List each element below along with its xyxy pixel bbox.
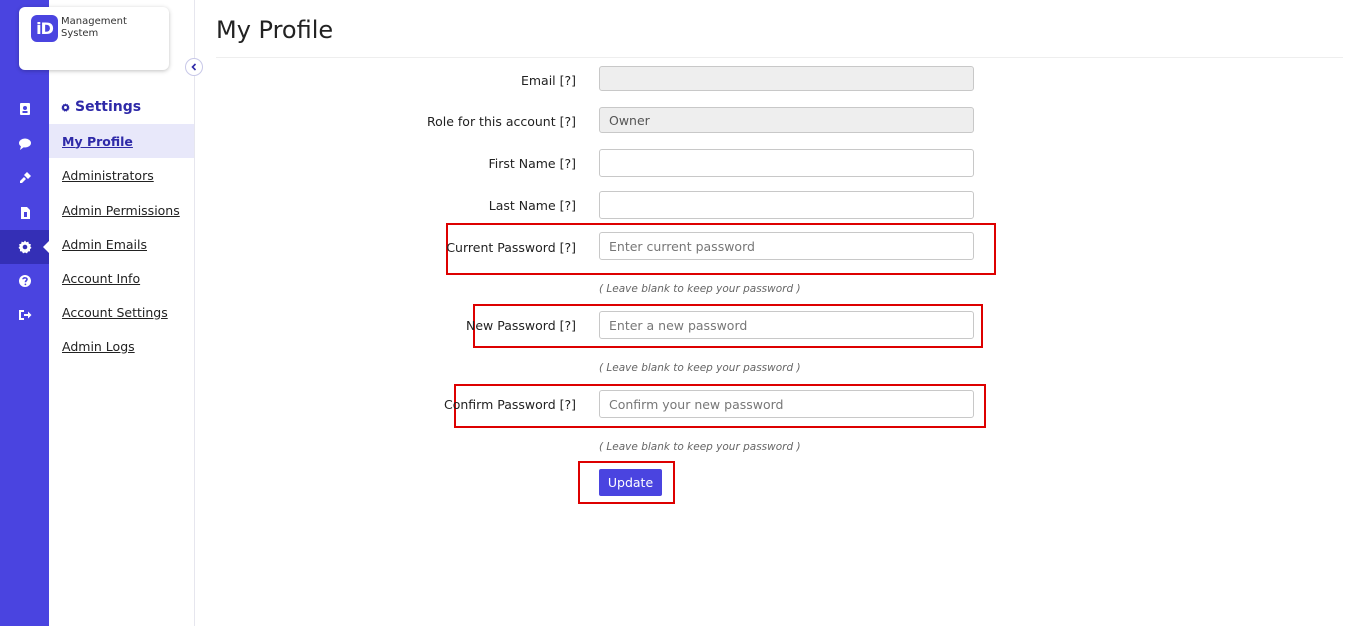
settings-heading: Settings <box>61 99 141 115</box>
current-password-hint: ( Leave blank to keep your password ) <box>599 283 801 295</box>
sign-out-icon <box>18 310 31 320</box>
chevron-left-icon <box>191 63 197 71</box>
role-field[interactable] <box>599 107 974 133</box>
sidebar-item-admin-logs[interactable]: Admin Logs <box>49 329 194 363</box>
rail-billing[interactable] <box>0 196 49 230</box>
sidebar-item-admin-emails[interactable]: Admin Emails <box>49 227 194 261</box>
role-label: Role for this account [?] <box>426 114 576 129</box>
new-password-label: New Password [?] <box>466 318 576 333</box>
current-password-field[interactable] <box>599 232 974 260</box>
email-label: Email [?] <box>520 73 576 88</box>
email-field[interactable] <box>599 66 974 91</box>
confirm-password-label: Confirm Password [?] <box>444 397 576 412</box>
last-name-field[interactable] <box>599 191 974 219</box>
plug-icon <box>19 172 31 183</box>
gear-icon <box>61 102 70 112</box>
rail-chat[interactable] <box>0 127 49 161</box>
new-password-hint: ( Leave blank to keep your password ) <box>599 362 801 374</box>
sidebar-item-administrators[interactable]: Administrators <box>49 158 194 192</box>
chat-icon <box>18 138 31 150</box>
rail-contacts[interactable] <box>0 92 49 126</box>
first-name-field[interactable] <box>599 149 974 177</box>
collapse-sidebar-button[interactable] <box>185 58 203 76</box>
contacts-icon <box>19 103 30 115</box>
sidebar-item-my-profile[interactable]: My Profile <box>49 124 194 158</box>
new-password-field[interactable] <box>599 311 974 339</box>
update-button[interactable]: Update <box>599 469 662 496</box>
gear-icon <box>18 240 31 254</box>
rail-help[interactable] <box>0 264 49 298</box>
settings-heading-label: Settings <box>75 99 142 115</box>
sidebar-item-admin-permissions[interactable]: Admin Permissions <box>49 193 194 227</box>
confirm-password-field[interactable] <box>599 390 974 418</box>
page-title: My Profile <box>216 16 334 44</box>
icon-rail <box>0 0 49 626</box>
confirm-password-hint: ( Leave blank to keep your password ) <box>599 441 801 453</box>
rail-settings[interactable] <box>0 230 49 264</box>
title-divider <box>216 57 1343 58</box>
document-dollar-icon <box>20 207 30 219</box>
sidebar-item-account-info[interactable]: Account Info <box>49 261 194 295</box>
rail-logout[interactable] <box>0 298 49 332</box>
first-name-label: First Name [?] <box>488 156 576 171</box>
rail-integrations[interactable] <box>0 161 49 195</box>
current-password-label: Current Password [?] <box>446 240 576 255</box>
sidebar-item-account-settings[interactable]: Account Settings <box>49 295 194 329</box>
help-icon <box>18 275 31 287</box>
last-name-label: Last Name [?] <box>488 198 576 213</box>
